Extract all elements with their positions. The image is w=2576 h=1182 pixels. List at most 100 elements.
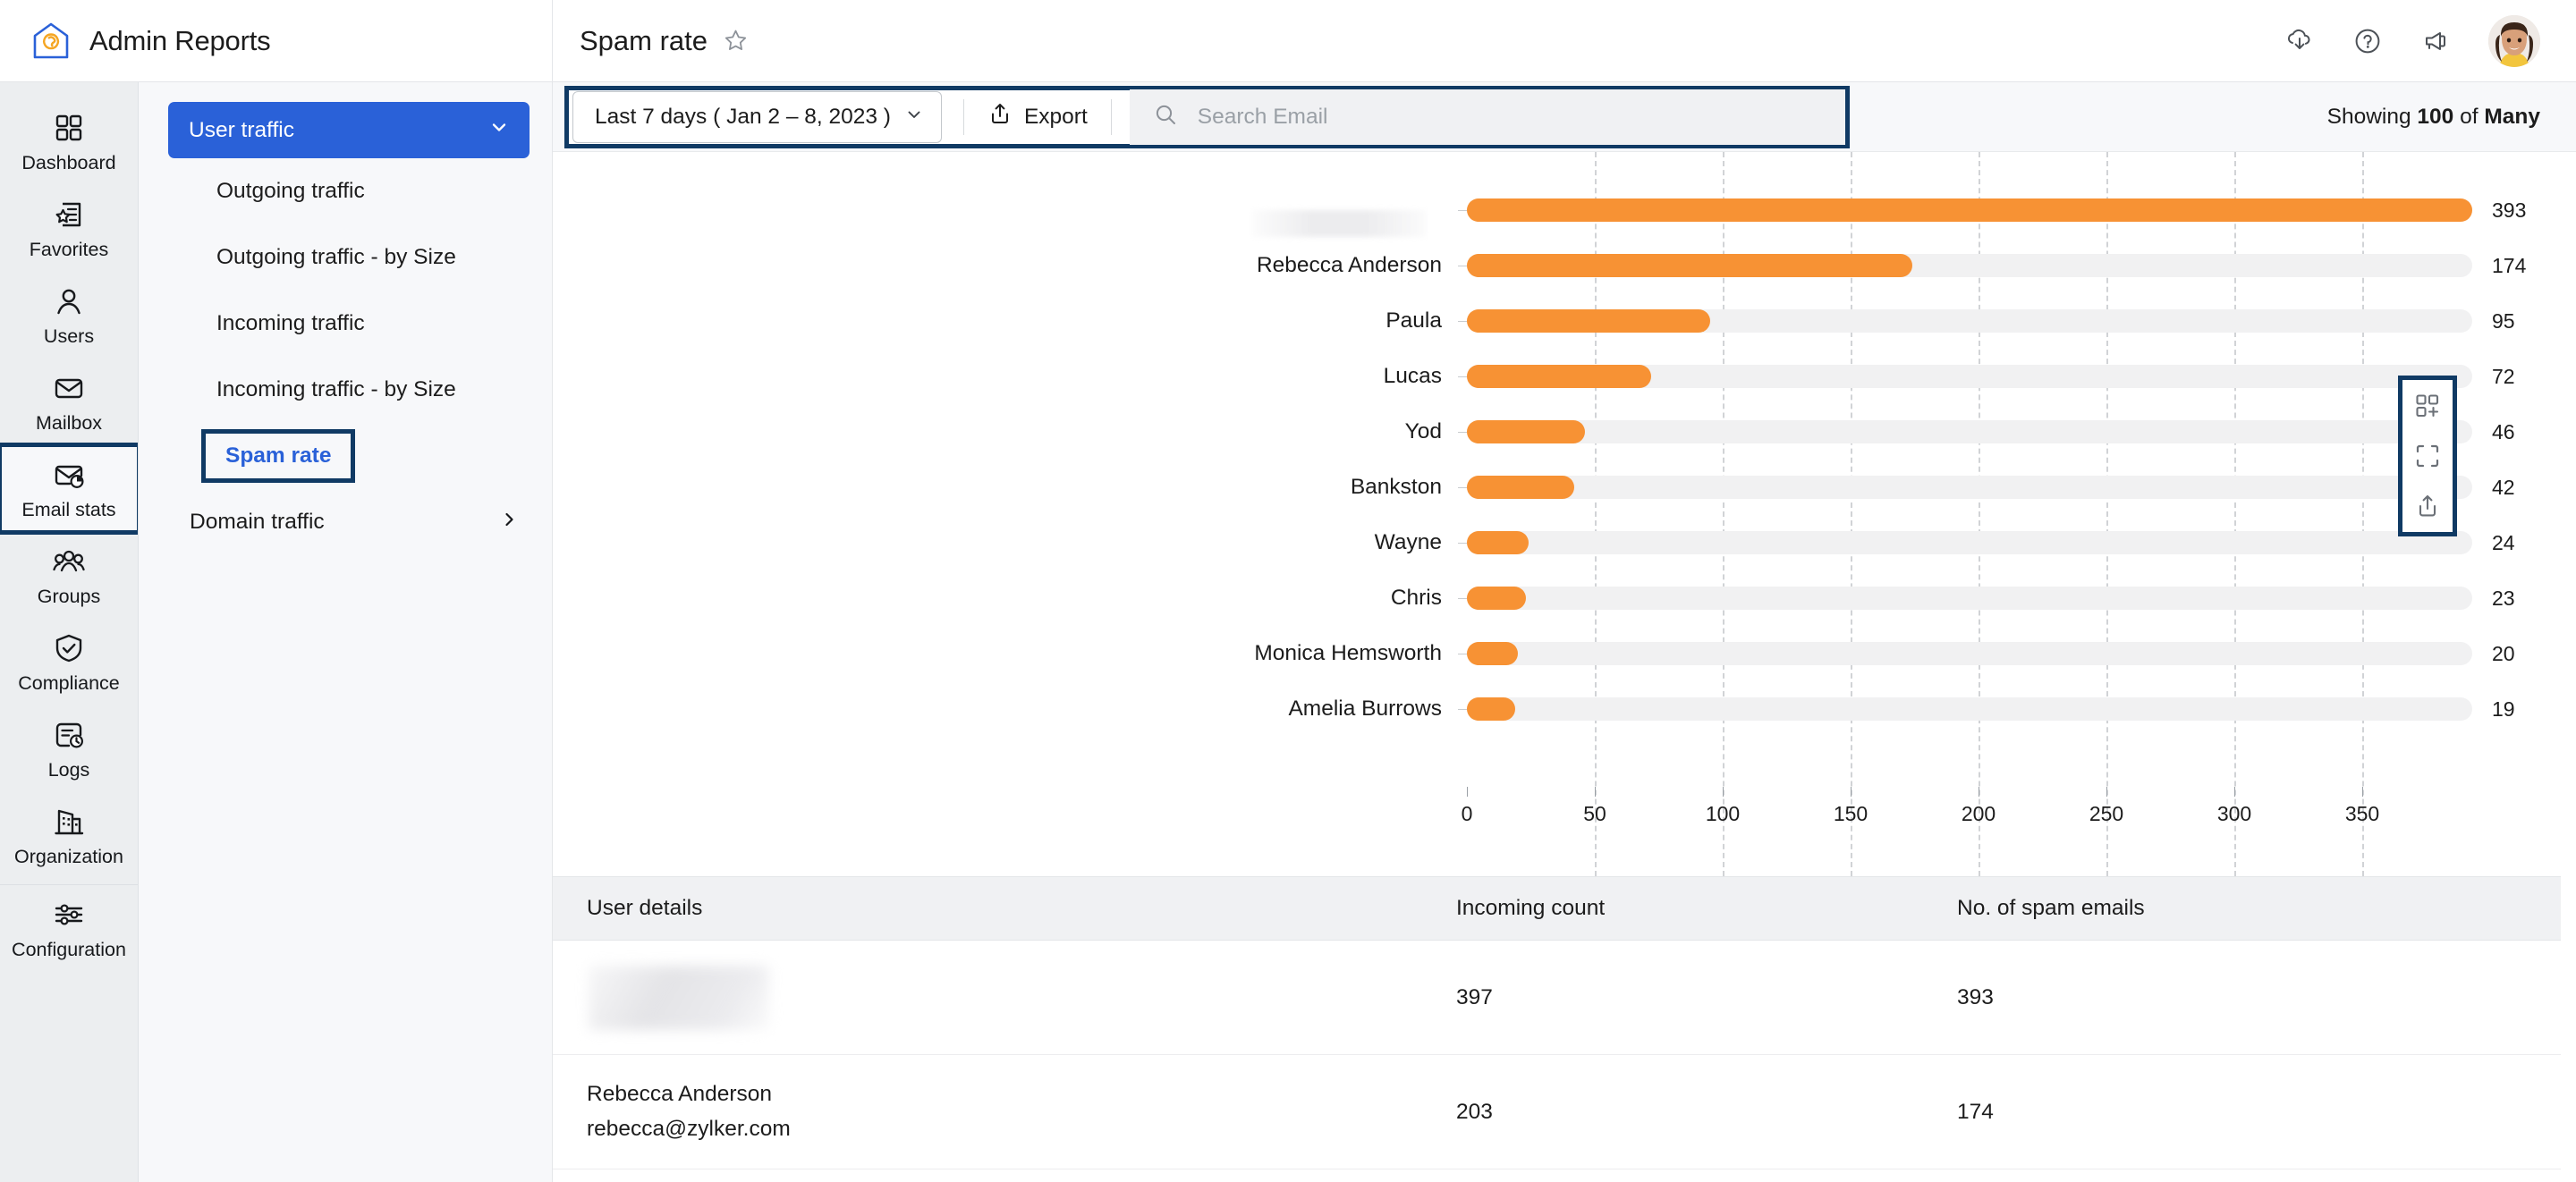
- chart-row[interactable]: Rebecca Anderson 174: [553, 238, 2576, 293]
- share-icon[interactable]: [2414, 493, 2441, 519]
- building-icon: [52, 805, 86, 839]
- search-input[interactable]: [1197, 104, 1822, 130]
- sidebar-item-mailbox[interactable]: Mailbox: [0, 359, 138, 445]
- chart-row[interactable]: Amelia Burrows 19: [553, 681, 2576, 737]
- subnav-group-label: User traffic: [189, 117, 294, 142]
- subnav-item-outgoing-traffic[interactable]: Outgoing traffic: [139, 158, 552, 224]
- chart-category-label: Rebecca Anderson: [1256, 253, 1442, 277]
- brand[interactable]: Admin Reports: [0, 0, 553, 82]
- subnav-group-user-traffic[interactable]: User traffic: [168, 102, 530, 158]
- sidebar-label: Configuration: [12, 939, 126, 960]
- chart-bar[interactable]: [1467, 420, 1585, 443]
- chart-bar[interactable]: [1467, 198, 2472, 222]
- avatar[interactable]: [2488, 14, 2540, 67]
- chart-row-tick: [1458, 597, 1467, 599]
- vertical-scrollbar[interactable]: [2561, 876, 2576, 1182]
- chart-row-tick: [1458, 708, 1467, 710]
- chart-tools-panel: [2398, 376, 2457, 536]
- envelope-icon: [52, 371, 86, 405]
- shield-check-icon: [52, 631, 86, 665]
- chart-x-tick: [1595, 787, 1596, 797]
- column-header-spam-emails[interactable]: No. of spam emails: [1957, 896, 2458, 921]
- export-button[interactable]: Export: [982, 94, 1093, 139]
- showing-prefix: Showing: [2326, 104, 2418, 129]
- chart-bar[interactable]: [1467, 309, 1710, 333]
- chart-row[interactable]: Paula 95: [553, 293, 2576, 349]
- chart-bar[interactable]: [1467, 365, 1651, 388]
- chart-x-tick-label: 100: [1705, 802, 1741, 825]
- table-row[interactable]: Rebecca Anderson rebecca@zylker.com 203 174: [553, 1055, 2576, 1169]
- chart-x-tick: [1851, 787, 1852, 797]
- announcement-icon[interactable]: [2420, 26, 2451, 56]
- log-clock-icon: [52, 718, 86, 752]
- sidebar-item-organization[interactable]: Organization: [0, 792, 138, 879]
- chart-x-tick-label: 50: [1583, 802, 1606, 825]
- help-icon[interactable]: [2352, 26, 2383, 56]
- chart-row-tick: [1458, 542, 1467, 544]
- subnav-item-outgoing-traffic-by-size[interactable]: Outgoing traffic - by Size: [139, 224, 552, 291]
- showing-value: 100: [2417, 104, 2454, 129]
- sidebar-item-users[interactable]: Users: [0, 272, 138, 359]
- toolbar-divider-2: [1110, 98, 1112, 135]
- chart-bar[interactable]: [1467, 476, 1575, 499]
- table-row[interactable]: 397 393: [553, 941, 2576, 1055]
- sidebar-item-configuration[interactable]: Configuration: [0, 885, 138, 972]
- admin-reports-app: Admin Reports Spam rate Dashboard Favori…: [0, 0, 2576, 1182]
- chart-bar[interactable]: [1467, 254, 1912, 277]
- sidebar-label: Users: [43, 325, 95, 347]
- top-bar: Admin Reports Spam rate: [0, 0, 2576, 82]
- chart-row[interactable]: Bankston 42: [553, 460, 2576, 515]
- subnav-item-domain-traffic[interactable]: Domain traffic: [139, 489, 552, 555]
- sidebar-item-logs[interactable]: Logs: [0, 705, 138, 792]
- chart-value-label: 393: [2492, 198, 2527, 222]
- chart-row[interactable]: Chris 23: [553, 570, 2576, 626]
- chart-row[interactable]: Wayne 24: [553, 515, 2576, 570]
- chart-category-label: Yod: [1404, 419, 1442, 443]
- app-body: Dashboard Favorites Users Mailbox Email …: [0, 82, 2576, 1182]
- sidebar-label: Email stats: [21, 499, 116, 520]
- primary-rail: Dashboard Favorites Users Mailbox Email …: [0, 82, 139, 1182]
- date-range-select[interactable]: Last 7 days ( Jan 2 – 8, 2023 ): [572, 90, 942, 143]
- chart-row[interactable]: Monica Hemsworth 20: [553, 626, 2576, 681]
- chart-bar[interactable]: [1467, 697, 1516, 721]
- chart-bar-track: [1467, 642, 2472, 665]
- column-header-user-details[interactable]: User details: [553, 896, 1456, 921]
- chart-bar[interactable]: [1467, 531, 1529, 554]
- brand-title: Admin Reports: [89, 24, 271, 56]
- chart-row[interactable]: Yod 46: [553, 404, 2576, 460]
- add-to-dashboard-icon[interactable]: [2414, 393, 2441, 419]
- fullscreen-icon[interactable]: [2414, 443, 2441, 469]
- chart-x-tick-label: 200: [1961, 802, 1996, 825]
- chart-bar[interactable]: [1467, 642, 1519, 665]
- subnav-item-incoming-traffic-by-size[interactable]: Incoming traffic - by Size: [139, 357, 552, 423]
- chart-row[interactable]: 393: [553, 182, 2576, 238]
- chart-bars: 393 Rebecca Anderson 174 Paula 95 Lucas 72 Yod 4…: [553, 182, 2576, 737]
- chevron-down-icon: [905, 105, 923, 130]
- chart-x-tick-label: 0: [1461, 802, 1473, 825]
- chart-bar-track: [1467, 365, 2472, 388]
- sidebar-item-email-stats[interactable]: Email stats: [0, 443, 138, 535]
- chart-value-label: 42: [2492, 475, 2515, 499]
- chart-row-tick: [1458, 486, 1467, 488]
- chart-row[interactable]: Lucas 72: [553, 349, 2576, 404]
- toolbar-annotation-box: Last 7 days ( Jan 2 – 8, 2023 ) Export S…: [564, 85, 1850, 148]
- subnav-item-incoming-traffic[interactable]: Incoming traffic: [139, 291, 552, 357]
- sidebar-item-groups[interactable]: Groups: [0, 532, 138, 619]
- chart-category-label: Amelia Burrows: [1288, 697, 1442, 721]
- chart-bar[interactable]: [1467, 587, 1526, 610]
- cell-incoming-count: 203: [1456, 1099, 1493, 1124]
- search-box[interactable]: [1129, 89, 1845, 145]
- sidebar-item-dashboard[interactable]: Dashboard: [0, 98, 138, 185]
- star-outline-icon[interactable]: [724, 29, 748, 53]
- chart-category-label: Wayne: [1374, 530, 1442, 554]
- main-content: Last 7 days ( Jan 2 – 8, 2023 ) Export S…: [553, 82, 2576, 1182]
- sidebar-item-favorites[interactable]: Favorites: [0, 185, 138, 272]
- subnav-item-label: Domain traffic: [190, 510, 325, 534]
- chart-bar-track: [1467, 587, 2472, 610]
- chart-value-label: 174: [2492, 253, 2527, 277]
- chart-value-label: 95: [2492, 308, 2515, 333]
- cloud-download-icon[interactable]: [2284, 26, 2315, 56]
- column-header-incoming-count[interactable]: Incoming count: [1456, 896, 1957, 921]
- subnav-item-spam-rate[interactable]: Spam rate: [139, 423, 552, 489]
- sidebar-item-compliance[interactable]: Compliance: [0, 619, 138, 705]
